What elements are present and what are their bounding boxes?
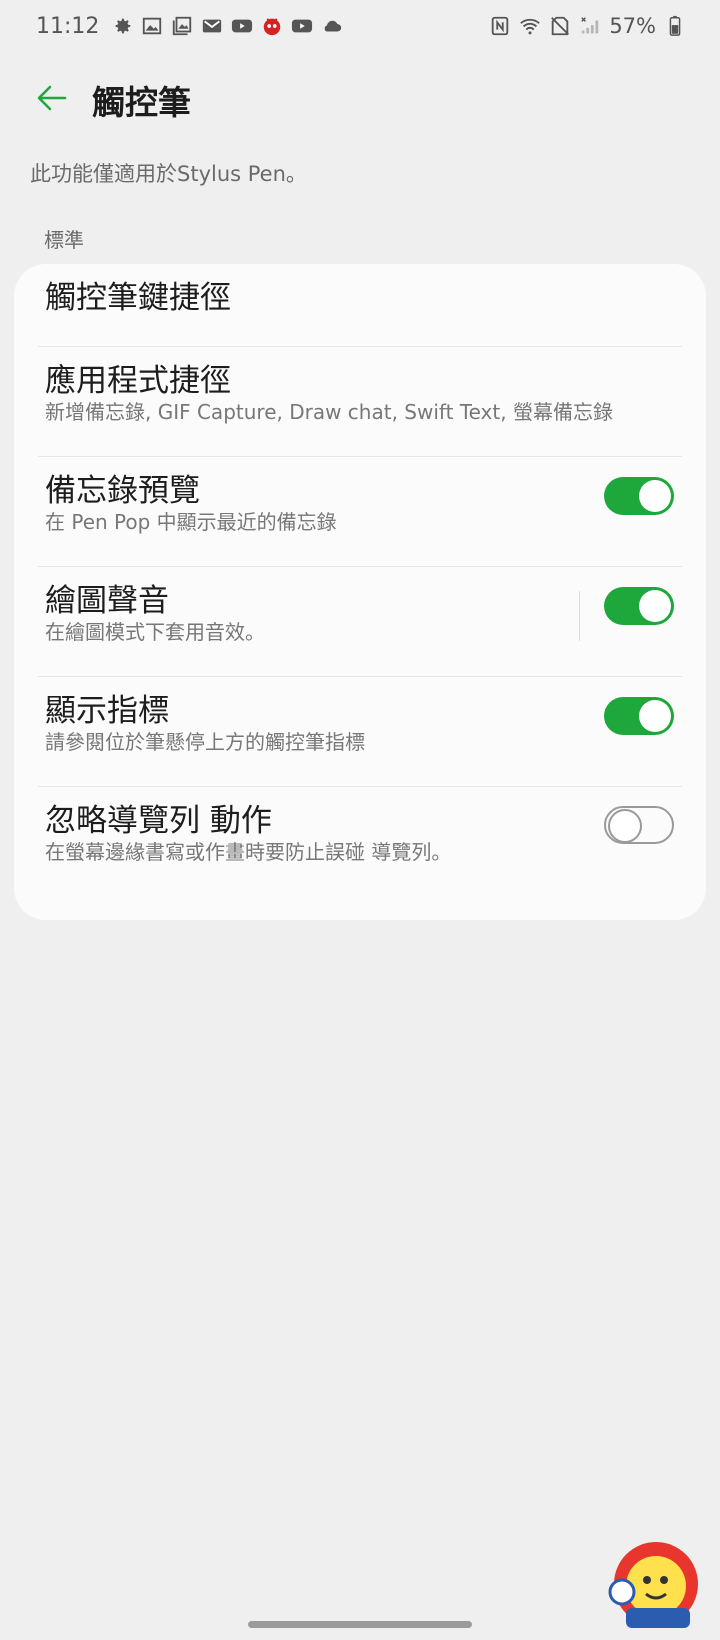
youtube-icon	[231, 15, 253, 37]
battery-icon	[664, 15, 686, 37]
setting-title: 備忘錄預覽	[45, 473, 200, 509]
memo-preview-toggle[interactable]	[604, 477, 674, 515]
setting-pen-button-shortcut[interactable]: 觸控筆鍵捷徑	[14, 264, 706, 344]
gallery-icon	[141, 15, 163, 37]
setting-ignore-navbar-gestures[interactable]: 忽略導覽列 動作 在螢幕邊緣書寫或作畫時要防止誤碰 導覽列。	[14, 787, 706, 907]
vertical-divider	[579, 591, 580, 641]
eprice-watermark-logo	[604, 1538, 704, 1630]
back-arrow-icon	[35, 81, 69, 119]
show-pointer-toggle[interactable]	[604, 697, 674, 735]
setting-title: 顯示指標	[45, 693, 169, 729]
status-time: 11:12	[36, 13, 100, 39]
youtube-icon	[291, 15, 313, 37]
setting-title: 應用程式捷徑	[45, 363, 231, 399]
setting-app-shortcuts[interactable]: 應用程式捷徑 新增備忘錄, GIF Capture, Draw chat, Sw…	[14, 347, 706, 456]
toggle-knob	[608, 809, 642, 843]
drawing-sound-toggle[interactable]	[604, 587, 674, 625]
setting-subtitle: 在繪圖模式下套用音效。	[45, 620, 265, 644]
no-sim-icon	[549, 15, 571, 37]
setting-drawing-sound[interactable]: 繪圖聲音 在繪圖模式下套用音效。	[14, 567, 706, 676]
setting-subtitle: 在 Pen Pop 中顯示最近的備忘錄	[45, 510, 337, 534]
page-title: 觸控筆	[92, 83, 191, 122]
app-bar: 觸控筆	[0, 70, 720, 130]
setting-subtitle: 在螢幕邊緣書寫或作畫時要防止誤碰 導覽列。	[45, 840, 452, 864]
cloud-icon	[321, 15, 343, 37]
setting-title: 繪圖聲音	[45, 583, 169, 619]
toggle-knob	[639, 700, 671, 732]
gmail-icon	[201, 15, 223, 37]
battery-percentage: 57%	[609, 14, 656, 38]
setting-subtitle: 請參閱位於筆懸停上方的觸控筆指標	[45, 730, 365, 754]
setting-title: 忽略導覽列 動作	[45, 803, 272, 839]
toggle-knob	[639, 480, 671, 512]
setting-memo-preview[interactable]: 備忘錄預覽 在 Pen Pop 中顯示最近的備忘錄	[14, 457, 706, 566]
settings-card: 觸控筆鍵捷徑 應用程式捷徑 新增備忘錄, GIF Capture, Draw c…	[14, 264, 706, 920]
photos-icon	[171, 15, 193, 37]
ignore-navbar-gestures-toggle[interactable]	[604, 806, 674, 844]
settings-icon	[111, 15, 133, 37]
nfc-icon	[489, 15, 511, 37]
section-header: 標準	[44, 228, 84, 252]
setting-show-pointer[interactable]: 顯示指標 請參閱位於筆懸停上方的觸控筆指標	[14, 677, 706, 786]
gesture-nav-handle[interactable]	[248, 1621, 472, 1628]
setting-subtitle: 新增備忘錄, GIF Capture, Draw chat, Swift Tex…	[45, 400, 613, 424]
status-bar: 11:12 57%	[0, 0, 720, 52]
wifi-icon	[519, 15, 541, 37]
back-button[interactable]	[24, 72, 80, 128]
toggle-knob	[639, 590, 671, 622]
page-description: 此功能僅適用於Stylus Pen。	[30, 162, 307, 186]
signal-icon	[579, 15, 601, 37]
setting-title: 觸控筆鍵捷徑	[45, 280, 231, 316]
antutu-icon	[261, 15, 283, 37]
